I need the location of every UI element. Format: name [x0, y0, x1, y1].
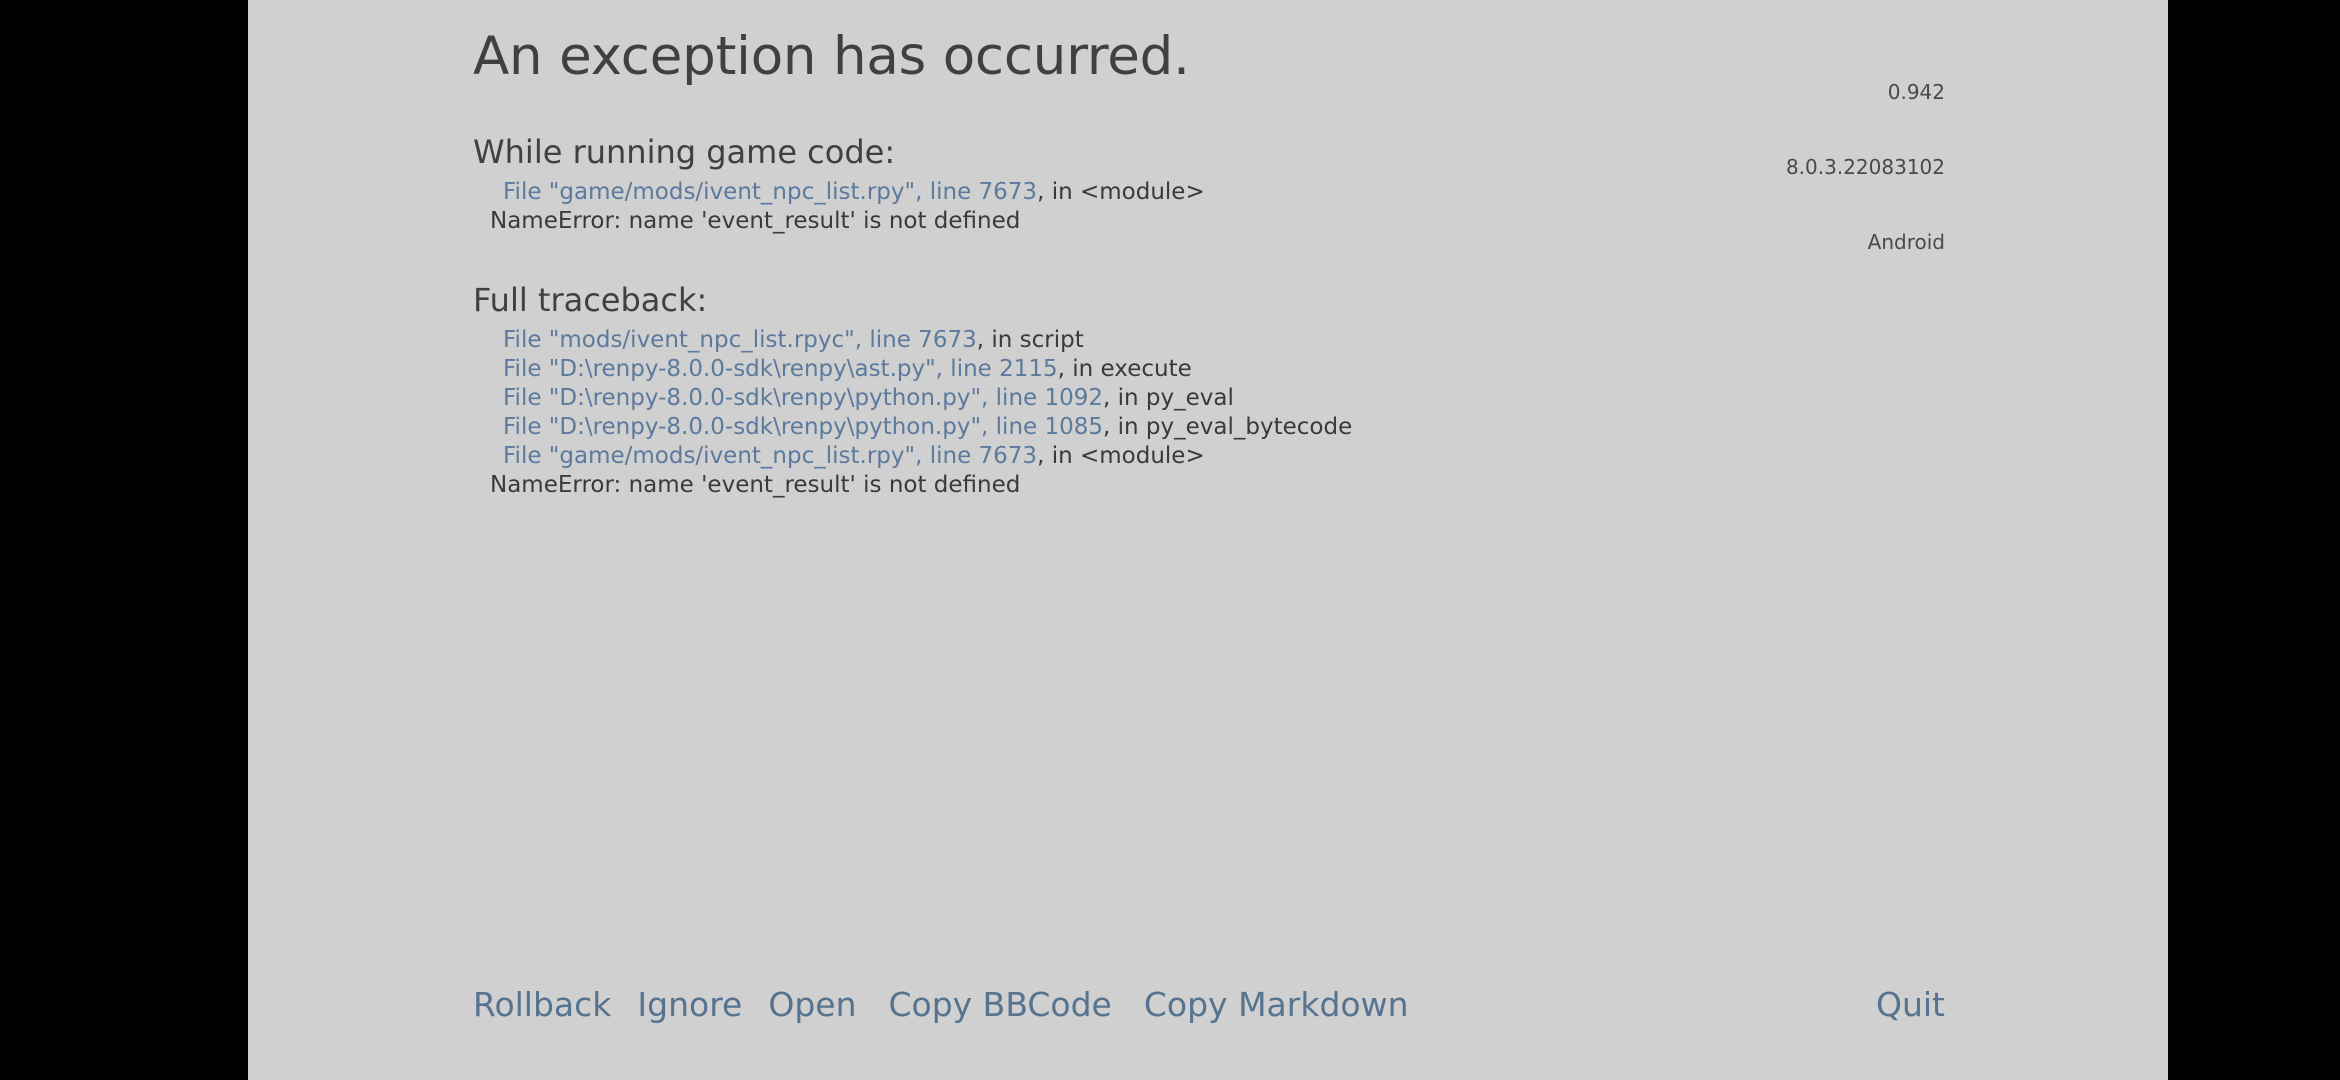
button-open[interactable]: Open — [768, 982, 888, 1028]
letterbox-right — [2168, 0, 2340, 1080]
traceback-file-link[interactable]: File "game/mods/ivent_npc_list.rpy", lin… — [503, 443, 1037, 469]
traceback-error-line: NameError: name 'event_result' is not de… — [490, 208, 1021, 234]
traceback-file-context: , in <module> — [1037, 443, 1205, 469]
button-quit[interactable]: Quit — [1876, 982, 1945, 1028]
exception-content: An exception has occurred. While running… — [473, 26, 1973, 500]
button-group-left: Rollback Ignore Open Copy BBCode Copy Markdo… — [473, 982, 1441, 1028]
traceback-file-context: , in py_eval_bytecode — [1103, 414, 1353, 440]
traceback-file-line: File "game/mods/ivent_npc_list.rpy", lin… — [473, 178, 1973, 207]
traceback-file-context: , in <module> — [1037, 179, 1205, 205]
button-bar: Rollback Ignore Open Copy BBCode Copy Markdo… — [473, 982, 1945, 1028]
section-heading: Full traceback: — [473, 281, 708, 319]
traceback-file-link[interactable]: File "D:\renpy-8.0.0-sdk\renpy\python.py… — [503, 414, 1103, 440]
traceback-file-context: , in py_eval — [1103, 385, 1234, 411]
letterbox-left — [0, 0, 248, 1080]
traceback-file-line: File "game/mods/ivent_npc_list.rpy", lin… — [473, 442, 1973, 471]
traceback-file-line: File "D:\renpy-8.0.0-sdk\renpy\python.py… — [473, 413, 1973, 442]
page-title: An exception has occurred. — [473, 26, 1190, 87]
traceback-section: While running game code: File "game/mods/… — [473, 132, 1973, 236]
button-group-right: Quit — [1876, 982, 1945, 1028]
traceback-sections: While running game code: File "game/mods/… — [473, 132, 1973, 500]
button-ignore[interactable]: Ignore — [637, 982, 768, 1028]
traceback-file-context: , in script — [976, 327, 1084, 353]
traceback-section: Full traceback: File "mods/ivent_npc_list… — [473, 280, 1973, 500]
traceback-file-line: File "D:\renpy-8.0.0-sdk\renpy\python.py… — [473, 384, 1973, 413]
renpy-exception-screen: 0.942 8.0.3.22083102 Android An exceptio… — [0, 0, 2340, 1080]
button-copy-bbcode[interactable]: Copy BBCode — [888, 982, 1143, 1028]
section-heading: While running game code: — [473, 133, 896, 171]
traceback-file-link[interactable]: File "D:\renpy-8.0.0-sdk\renpy\python.py… — [503, 385, 1103, 411]
traceback-file-line: File "D:\renpy-8.0.0-sdk\renpy\ast.py", … — [473, 355, 1973, 384]
traceback-file-link[interactable]: File "D:\renpy-8.0.0-sdk\renpy\ast.py", … — [503, 356, 1058, 382]
button-rollback[interactable]: Rollback — [473, 982, 637, 1028]
traceback-file-link[interactable]: File "game/mods/ivent_npc_list.rpy", lin… — [503, 179, 1037, 205]
traceback-file-link[interactable]: File "mods/ivent_npc_list.rpyc", line 76… — [503, 327, 977, 353]
traceback-error-line: NameError: name 'event_result' is not de… — [490, 472, 1021, 498]
traceback-file-context: , in execute — [1057, 356, 1192, 382]
exception-panel: 0.942 8.0.3.22083102 Android An exceptio… — [248, 0, 2168, 1080]
button-copy-markdown[interactable]: Copy Markdown — [1144, 982, 1441, 1028]
traceback-file-line: File "mods/ivent_npc_list.rpyc", line 76… — [473, 326, 1973, 355]
